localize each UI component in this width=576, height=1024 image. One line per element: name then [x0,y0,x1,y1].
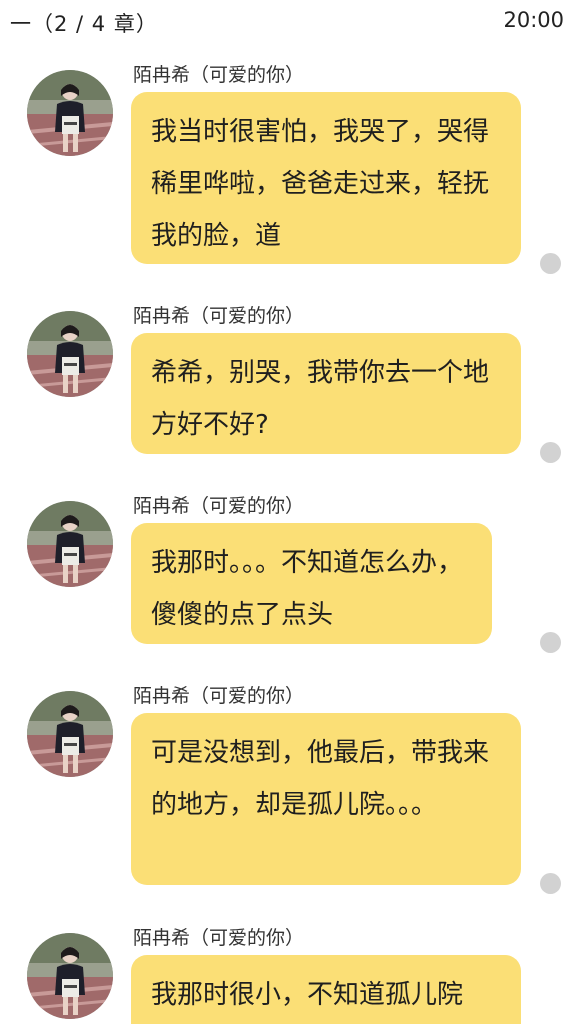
read-status-dot [540,442,561,463]
read-status-dot [540,873,561,894]
read-status-dot [540,253,561,274]
avatar[interactable] [27,691,113,777]
clock: 20:00 [503,8,564,32]
avatar[interactable] [27,501,113,587]
message-bubble[interactable]: 希希，别哭，我带你去一个地方好不好? [131,333,521,454]
message-bubble[interactable]: 可是没想到，他最后，带我来的地方，却是孤儿院。。。 [131,713,521,885]
status-bar: 一（2 / 4 章） 20:00 [0,0,576,44]
chapter-indicator: 一（2 / 4 章） [10,12,158,36]
message-bubble[interactable]: 我那时。。。不知道怎么办，傻傻的点了点头 [131,523,492,644]
avatar[interactable] [27,70,113,156]
sender-name: 陌冉希（可爱的你） [133,64,305,86]
message-bubble[interactable]: 我那时很小，不知道孤儿院 [131,955,521,1024]
read-status-dot [540,632,561,653]
message-bubble[interactable]: 我当时很害怕，我哭了，哭得稀里哗啦，爸爸走过来，轻抚我的脸，道 [131,92,521,264]
sender-name: 陌冉希（可爱的你） [133,927,305,949]
avatar[interactable] [27,933,113,1019]
avatar[interactable] [27,311,113,397]
sender-name: 陌冉希（可爱的你） [133,685,305,707]
sender-name: 陌冉希（可爱的你） [133,495,305,517]
sender-name: 陌冉希（可爱的你） [133,305,305,327]
